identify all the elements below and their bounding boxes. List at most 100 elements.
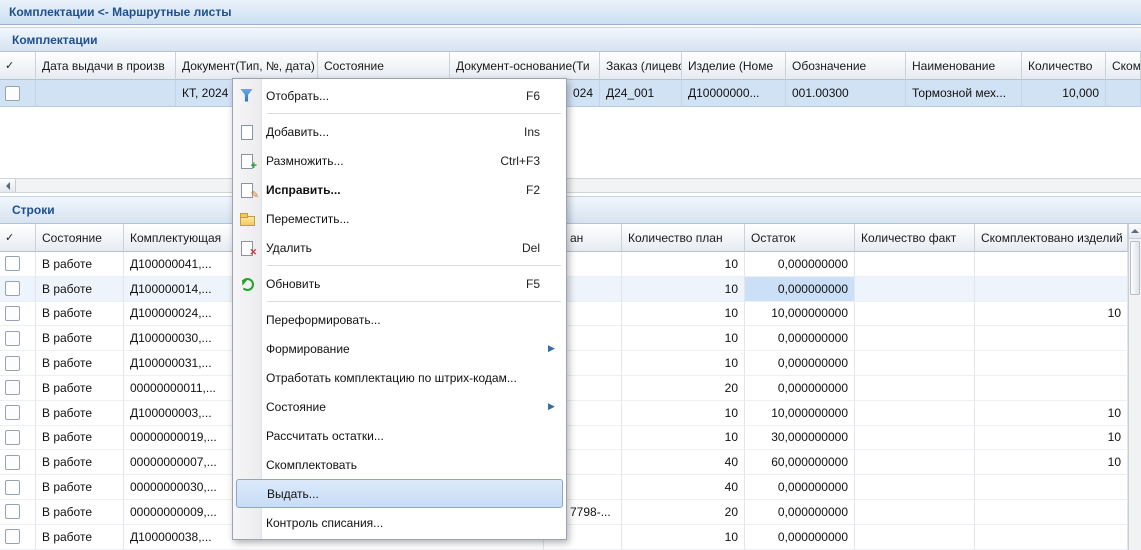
menu-item-icon bbox=[238, 457, 256, 473]
menu-item[interactable]: Переформировать... ▶ bbox=[233, 305, 566, 334]
menu-item[interactable]: Контроль списания... ▶ bbox=[233, 508, 566, 537]
menu-item-icon bbox=[238, 515, 256, 531]
scroll-up-button[interactable] bbox=[1129, 224, 1141, 239]
menu-item-label: Скомплектовать bbox=[266, 458, 540, 472]
menu-item[interactable]: Скомплектовать ▶ bbox=[233, 450, 566, 479]
cell-product: Д10000000... bbox=[682, 80, 786, 107]
menu-item-label: Переформировать... bbox=[266, 313, 540, 327]
cell-remainder: 10,000000000 bbox=[745, 302, 855, 327]
cell-assembled-items bbox=[975, 500, 1128, 525]
cell-remainder: 0,000000000 bbox=[745, 326, 855, 351]
menu-item[interactable]: Рассчитать остатки... ▶ bbox=[233, 421, 566, 450]
row-checkbox[interactable] bbox=[5, 430, 20, 445]
menu-item-label: Добавить... bbox=[266, 125, 524, 139]
cell-assembled bbox=[1106, 80, 1141, 107]
column-header-quantity[interactable]: Количество bbox=[1022, 52, 1106, 80]
row-checkbox[interactable] bbox=[5, 256, 20, 271]
cell-quantity-fact bbox=[855, 376, 975, 401]
column-header-product[interactable]: Изделие (Номе bbox=[682, 52, 786, 80]
arrow-up-icon bbox=[1131, 225, 1139, 233]
row-checkbox[interactable] bbox=[5, 480, 20, 495]
column-header-quantity-plan[interactable]: Количество план bbox=[622, 224, 745, 252]
menu-item[interactable]: Отобрать... F6 ▶ bbox=[233, 81, 566, 110]
menu-item[interactable]: Отработать комплектацию по штрих-кодам..… bbox=[233, 363, 566, 392]
menu-item: ▶ bbox=[233, 110, 566, 117]
menu-item-shortcut: Ctrl+F3 bbox=[500, 154, 540, 168]
menu-item[interactable]: Обновить F5 ▶ bbox=[233, 269, 566, 298]
vertical-scrollbar[interactable] bbox=[1128, 224, 1141, 550]
cell-state: В работе bbox=[36, 475, 124, 500]
menu-item-icon bbox=[238, 276, 256, 292]
row-checkbox[interactable] bbox=[5, 86, 20, 101]
menu-item-label: Исправить... bbox=[266, 183, 526, 197]
cell-state: В работе bbox=[36, 252, 124, 277]
scrollbar-track[interactable] bbox=[16, 179, 1141, 192]
column-header-state[interactable]: Состояние bbox=[318, 52, 450, 80]
column-header-quantity-fact[interactable]: Количество факт bbox=[855, 224, 975, 252]
row-checkbox[interactable] bbox=[5, 281, 20, 296]
section-header-komplektacii: Комплектации bbox=[0, 27, 1141, 52]
submenu-arrow-icon: ▶ bbox=[548, 401, 560, 412]
row-checkbox[interactable] bbox=[5, 529, 20, 544]
column-header-name[interactable]: Наименование bbox=[906, 52, 1022, 80]
row-checkbox[interactable] bbox=[5, 356, 20, 371]
row-checkbox-cell bbox=[0, 500, 36, 525]
cell-quantity-fact bbox=[855, 475, 975, 500]
cell-quantity-plan: 10 bbox=[622, 252, 745, 277]
column-header-remainder[interactable]: Остаток bbox=[745, 224, 855, 252]
row-checkbox[interactable] bbox=[5, 380, 20, 395]
cell-quantity-plan: 20 bbox=[622, 500, 745, 525]
row-checkbox[interactable] bbox=[5, 504, 20, 519]
menu-item[interactable]: Выдать... ▶ bbox=[236, 479, 563, 508]
select-all-column-header[interactable]: ✓ bbox=[0, 224, 36, 252]
menu-item-icon bbox=[238, 341, 256, 357]
row-checkbox[interactable] bbox=[5, 306, 20, 321]
cell-remainder: 0,000000000 bbox=[745, 525, 855, 550]
menu-item[interactable]: Формирование ▶ bbox=[233, 334, 566, 363]
scroll-left-button[interactable] bbox=[0, 179, 16, 192]
column-header-state[interactable]: Состояние bbox=[36, 224, 124, 252]
menu-item[interactable]: Добавить... Ins ▶ bbox=[233, 117, 566, 146]
menu-item-label: Состояние bbox=[266, 400, 540, 414]
check-glyph: ✓ bbox=[5, 59, 14, 72]
menu-item-label: Удалить bbox=[266, 241, 522, 255]
cell-quantity-plan: 10 bbox=[622, 302, 745, 327]
cell-quantity-fact bbox=[855, 277, 975, 302]
cell-date bbox=[36, 80, 176, 107]
column-header-date[interactable]: Дата выдачи в произв bbox=[36, 52, 176, 80]
column-header-base-document[interactable]: Документ-основание(Ти bbox=[450, 52, 600, 80]
menu-item[interactable]: Размножить... Ctrl+F3 ▶ bbox=[233, 146, 566, 175]
menu-item-label: Формирование bbox=[266, 342, 540, 356]
row-checkbox[interactable] bbox=[5, 455, 20, 470]
column-header-assembled[interactable]: Ском bbox=[1106, 52, 1141, 80]
menu-item-label: Контроль списания... bbox=[266, 516, 540, 530]
cell-remainder: 10,000000000 bbox=[745, 401, 855, 426]
menu-item[interactable]: Удалить Del ▶ bbox=[233, 233, 566, 262]
cell-remainder: 0,000000000 bbox=[745, 475, 855, 500]
menu-item-icon bbox=[238, 428, 256, 444]
column-header-order[interactable]: Заказ (лицево bbox=[600, 52, 682, 80]
menu-item-label: Переместить... bbox=[266, 212, 540, 226]
select-all-column-header[interactable]: ✓ bbox=[0, 52, 36, 80]
horizontal-scrollbar[interactable] bbox=[0, 178, 1141, 193]
scrollbar-thumb[interactable] bbox=[1130, 241, 1140, 295]
cell-state: В работе bbox=[36, 326, 124, 351]
column-header-document[interactable]: Документ(Тип, №, дата) bbox=[176, 52, 318, 80]
menu-item-icon bbox=[238, 211, 256, 227]
column-header-assembled-items[interactable]: Скомплектовано изделий bbox=[975, 224, 1128, 252]
cell-assembled-items bbox=[975, 277, 1128, 302]
column-header-designation[interactable]: Обозначение bbox=[786, 52, 906, 80]
menu-item[interactable]: Переместить... ▶ bbox=[233, 204, 566, 233]
section-header-stroki: Строки bbox=[0, 196, 1141, 224]
context-menu: Отобрать... F6 ▶ ▶ Добавить... Ins ▶ Раз… bbox=[232, 78, 567, 540]
row-checkbox-cell bbox=[0, 376, 36, 401]
cell-remainder: 0,000000000 bbox=[745, 351, 855, 376]
section-title: Комплектации bbox=[12, 33, 97, 47]
cell-quantity-plan: 20 bbox=[622, 376, 745, 401]
table-row[interactable]: КТ, 2024 024 Д24_001 Д10000000... 001.00… bbox=[0, 80, 1141, 107]
row-checkbox[interactable] bbox=[5, 331, 20, 346]
menu-item-shortcut: F6 bbox=[526, 89, 540, 103]
menu-item[interactable]: Состояние ▶ bbox=[233, 392, 566, 421]
menu-item[interactable]: Исправить... F2 ▶ bbox=[233, 175, 566, 204]
row-checkbox[interactable] bbox=[5, 405, 20, 420]
